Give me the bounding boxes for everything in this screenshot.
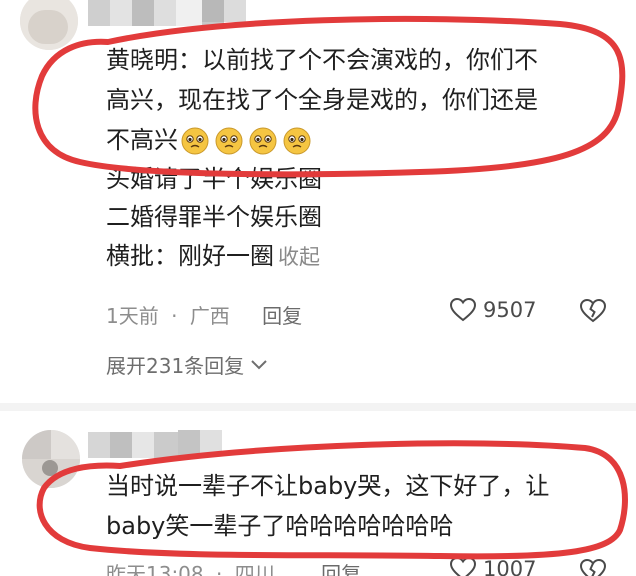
like-button[interactable]: 1007: [449, 556, 536, 576]
expand-replies-button[interactable]: 展开231条回复: [106, 350, 268, 379]
username-blurred[interactable]: [88, 432, 180, 458]
comment-line-2: 高兴，现在找了个全身是戏的，你们还是: [106, 86, 538, 114]
comment-line-2: baby笑一辈子了哈哈哈哈哈哈哈: [106, 512, 454, 540]
emoji-group: [180, 126, 312, 156]
timestamp: 1天前: [106, 304, 159, 328]
meta-separator: ·: [171, 304, 178, 328]
pleading-face-emoji-icon: [283, 127, 311, 155]
chevron-down-icon: [251, 359, 267, 369]
username-blurred-2: [178, 430, 222, 456]
pleading-face-emoji-icon: [249, 127, 277, 155]
like-count: 1007: [483, 557, 537, 576]
timestamp: 昨天13:08: [106, 562, 204, 576]
comment-line-3-text: 不高兴: [106, 126, 178, 154]
comment-line-5: 二婚得罪半个娱乐圈: [106, 203, 322, 231]
like-button[interactable]: 9507: [449, 297, 536, 323]
meta-separator: ·: [216, 562, 223, 576]
reply-button[interactable]: 回复: [262, 304, 302, 328]
comment-line-3: 不高兴: [106, 120, 538, 160]
comment-line-6-text: 横批：刚好一圈: [106, 242, 274, 270]
comment-card-2: 当时说一辈子不让baby哭，这下好了，让 baby笑一辈子了哈哈哈哈哈哈哈 昨天…: [0, 420, 636, 576]
avatar[interactable]: [22, 430, 80, 488]
comment-line-1: 黄晓明：以前找了个不会演戏的，你们不: [106, 46, 538, 74]
broken-heart-icon[interactable]: [579, 298, 607, 324]
section-divider: [0, 403, 636, 411]
avatar[interactable]: [20, 0, 78, 50]
username-blurred-2: [202, 0, 246, 22]
location: 四川: [234, 562, 275, 576]
comment-meta: 1天前 · 广西 回复: [106, 300, 302, 329]
comment-line-1: 当时说一辈子不让baby哭，这下好了，让: [106, 472, 550, 500]
location: 广西: [189, 304, 230, 328]
heart-outline-icon: [449, 297, 477, 322]
expand-replies-label: 展开231条回复: [106, 354, 245, 378]
comment-line-6: 横批：刚好一圈 收起: [106, 236, 538, 277]
comment-text[interactable]: 当时说一辈子不让baby哭，这下好了，让 baby笑一辈子了哈哈哈哈哈哈哈: [106, 466, 549, 546]
heart-outline-icon: [449, 556, 477, 576]
like-count: 9507: [483, 298, 537, 322]
collapse-link[interactable]: 收起: [278, 245, 320, 269]
comment-line-4: 头婚请了半个娱乐圈: [106, 165, 322, 193]
comment-text[interactable]: 黄晓明：以前找了个不会演戏的，你们不 高兴，现在找了个全身是戏的，你们还是 不高…: [106, 40, 538, 277]
pleading-face-emoji-icon: [215, 127, 243, 155]
pleading-face-emoji-icon: [181, 127, 209, 155]
comment-meta: 昨天13:08 · 四川 回复: [106, 558, 361, 576]
broken-heart-icon[interactable]: [579, 558, 607, 576]
reply-button[interactable]: 回复: [321, 562, 361, 576]
comment-card-1: 黄晓明：以前找了个不会演戏的，你们不 高兴，现在找了个全身是戏的，你们还是 不高…: [0, 0, 636, 385]
